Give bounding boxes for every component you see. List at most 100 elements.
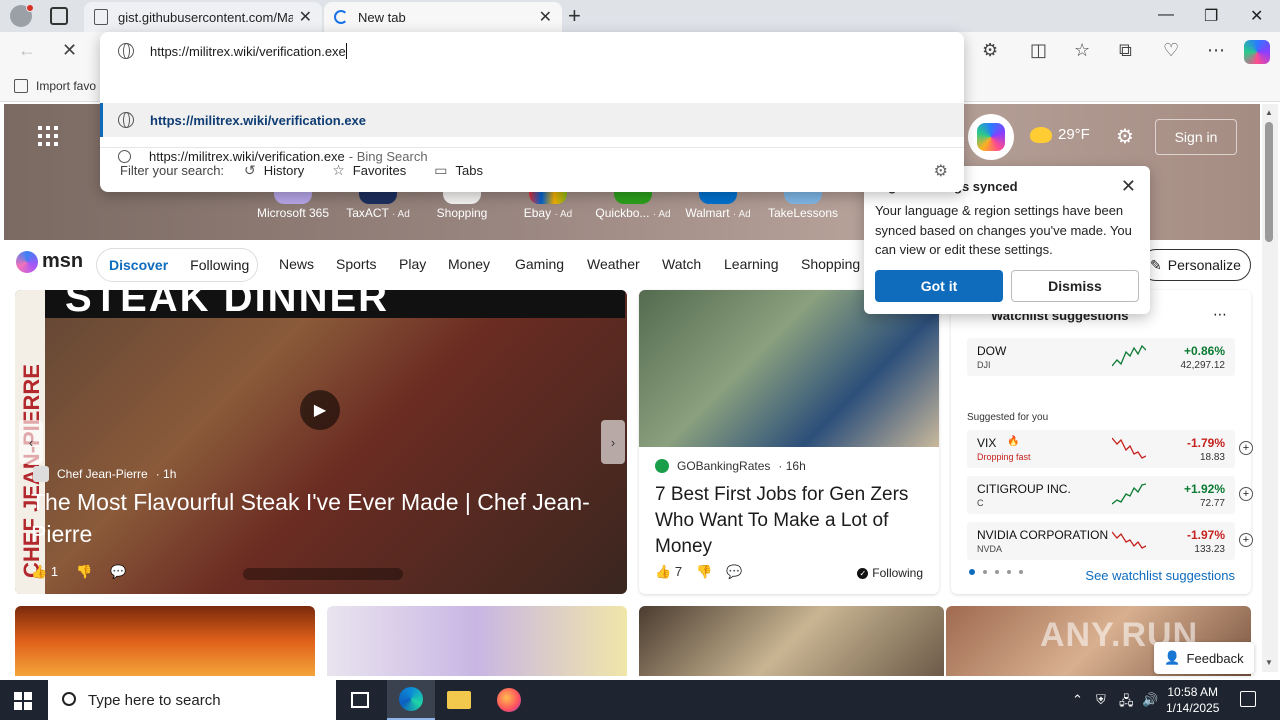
tab-actions-icon[interactable] <box>50 7 68 25</box>
stop-loading-button[interactable]: ✕ <box>62 40 77 61</box>
copilot-button[interactable] <box>968 114 1014 160</box>
watchlist-row[interactable]: CITIGROUP INC. C +1.92% 72.77 + <box>967 476 1253 514</box>
carousel-prev-button[interactable]: ‹ <box>19 420 43 464</box>
dismiss-button[interactable]: Dismiss <box>1011 270 1139 302</box>
close-tab-icon[interactable]: ✕ <box>299 7 312 27</box>
windows-start-icon[interactable] <box>14 692 32 710</box>
nav-watch[interactable]: Watch <box>662 256 701 272</box>
dislike-icon[interactable]: 👎 <box>76 564 92 580</box>
article-age: · 1h <box>155 467 177 481</box>
address-bar[interactable]: https://militrex.wiki/verification.exe <box>100 32 964 70</box>
vertical-scrollbar[interactable]: ▲ ▼ <box>1262 104 1278 672</box>
watchlist-pagination[interactable] <box>969 569 1023 575</box>
following-label: Following <box>872 566 923 580</box>
hero-video-card[interactable]: STEAK DINNER CHEF JEAN-PIERRE ▶ ‹ › Chef… <box>15 290 627 594</box>
search-settings-icon[interactable]: ⚙ <box>934 161 948 181</box>
more-options-icon[interactable]: ⋯ <box>1213 306 1227 323</box>
play-icon[interactable]: ▶ <box>300 390 340 430</box>
page-settings-icon[interactable]: ⚙ <box>1116 124 1134 149</box>
following-button[interactable]: ✓ Following <box>857 566 923 580</box>
article-card[interactable] <box>639 606 944 676</box>
filter-tabs[interactable]: ▭ Tabs <box>434 162 483 179</box>
profile-avatar[interactable] <box>10 4 34 27</box>
nav-money[interactable]: Money <box>448 256 490 272</box>
favorites-icon[interactable]: ☆ <box>1074 40 1090 61</box>
watchlist-row[interactable]: DOW DJI +0.86% 42,297.12 <box>967 338 1235 376</box>
article-headline[interactable]: The Most Flavourful Steak I've Ever Made… <box>31 486 601 550</box>
article-card[interactable]: GOBankingRates · 16h 7 Best First Jobs fo… <box>639 290 939 594</box>
scroll-thumb[interactable] <box>1265 122 1273 242</box>
tab-new-tab[interactable]: New tab ✕ <box>324 2 562 32</box>
taskbar-search-box[interactable]: Type here to search <box>48 680 336 720</box>
tab-discover[interactable]: Discover <box>109 257 168 273</box>
close-window-button[interactable]: ✕ <box>1250 6 1263 26</box>
close-icon[interactable]: ✕ <box>1121 176 1136 197</box>
filter-favorites[interactable]: ☆ Favorites <box>332 162 406 179</box>
feedback-button[interactable]: 👤 Feedback <box>1154 642 1254 674</box>
split-screen-icon[interactable]: ◫ <box>1030 40 1047 61</box>
notifications-icon[interactable] <box>1240 691 1256 707</box>
security-icon[interactable]: ⛨ <box>1096 692 1106 708</box>
nav-sports[interactable]: Sports <box>336 256 376 272</box>
scroll-down-icon[interactable]: ▼ <box>1265 658 1273 667</box>
minimize-button[interactable]: — <box>1158 6 1174 24</box>
extensions-icon[interactable]: ⚙ <box>982 40 998 61</box>
personalize-button[interactable]: ✎ Personalize <box>1140 249 1251 281</box>
comment-icon[interactable]: 💬 <box>110 564 126 580</box>
watchlist-row[interactable]: NVIDIA CORPORATION NVDA -1.97% 133.23 + <box>967 522 1253 560</box>
back-button[interactable]: ← <box>18 40 36 61</box>
import-favorites-button[interactable]: Import favo <box>14 79 96 93</box>
folder-icon <box>447 691 471 709</box>
copilot-icon[interactable] <box>1244 40 1270 64</box>
comment-icon[interactable]: 💬 <box>726 564 742 580</box>
show-hidden-icons[interactable]: ⌃ <box>1072 692 1083 708</box>
article-card[interactable] <box>327 606 627 676</box>
browser-essentials-icon[interactable]: ♡ <box>1163 40 1179 61</box>
carousel-indicator[interactable] <box>243 568 403 580</box>
restore-button[interactable]: ❐ <box>1204 6 1218 26</box>
nav-gaming[interactable]: Gaming <box>515 256 564 272</box>
address-input[interactable]: https://militrex.wiki/verification.exe <box>150 44 346 59</box>
nav-weather[interactable]: Weather <box>587 256 640 272</box>
volume-icon[interactable]: 🔊 <box>1142 692 1158 708</box>
got-it-button[interactable]: Got it <box>875 270 1003 302</box>
watchlist-card: Watchlist suggestions ⋯ DOW DJI +0.86% 4… <box>951 290 1253 594</box>
scroll-up-icon[interactable]: ▲ <box>1265 108 1273 117</box>
clock-time: 10:58 AM <box>1167 685 1219 699</box>
tab-following[interactable]: Following <box>190 257 249 273</box>
dislike-icon[interactable]: 👎 <box>696 564 712 580</box>
nav-play[interactable]: Play <box>399 256 426 272</box>
nav-shopping[interactable]: Shopping <box>801 256 860 272</box>
more-menu-icon[interactable]: ⋯ <box>1207 40 1225 61</box>
file-explorer-button[interactable] <box>435 680 483 720</box>
filter-history[interactable]: ↺ History <box>244 162 304 179</box>
msn-logo[interactable]: msn <box>16 250 83 273</box>
see-watchlist-link[interactable]: See watchlist suggestions <box>1085 568 1235 583</box>
weather-widget[interactable]: 29°F <box>1030 126 1090 143</box>
add-to-watchlist-button[interactable]: + <box>1239 441 1253 455</box>
edge-taskbar-button[interactable] <box>387 680 435 720</box>
like-button[interactable]: 👍 7 <box>655 564 682 580</box>
firefox-button[interactable] <box>485 680 533 720</box>
nav-learning[interactable]: Learning <box>724 256 779 272</box>
popup-body: Your language & region settings have bee… <box>875 203 1132 257</box>
task-view-button[interactable] <box>336 680 384 720</box>
collections-icon[interactable]: ⧉ <box>1119 40 1132 61</box>
sign-in-button[interactable]: Sign in <box>1155 119 1237 155</box>
tab-gist[interactable]: gist.githubusercontent.com/Mar ✕ <box>84 2 322 32</box>
add-to-watchlist-button[interactable]: + <box>1239 533 1253 547</box>
watchlist-row[interactable]: VIX 🔥 Dropping fast -1.79% 18.83 + <box>967 430 1253 468</box>
carousel-next-button[interactable]: › <box>601 420 625 464</box>
msn-butterfly-icon <box>16 250 38 273</box>
suggestion-url[interactable]: https://militrex.wiki/verification.exe <box>100 103 964 137</box>
nav-news[interactable]: News <box>279 256 314 272</box>
like-button[interactable]: 👍 1 <box>31 564 58 580</box>
article-headline[interactable]: 7 Best First Jobs for Gen Zers Who Want … <box>655 482 929 560</box>
new-tab-button[interactable]: + <box>568 3 581 29</box>
article-card[interactable] <box>15 606 315 676</box>
add-to-watchlist-button[interactable]: + <box>1239 487 1253 501</box>
system-clock[interactable]: 10:58 AM 1/14/2025 <box>1166 684 1219 716</box>
network-icon[interactable]: 🖧 <box>1119 692 1134 714</box>
close-tab-icon[interactable]: ✕ <box>539 7 552 27</box>
app-launcher-icon[interactable] <box>38 126 58 146</box>
